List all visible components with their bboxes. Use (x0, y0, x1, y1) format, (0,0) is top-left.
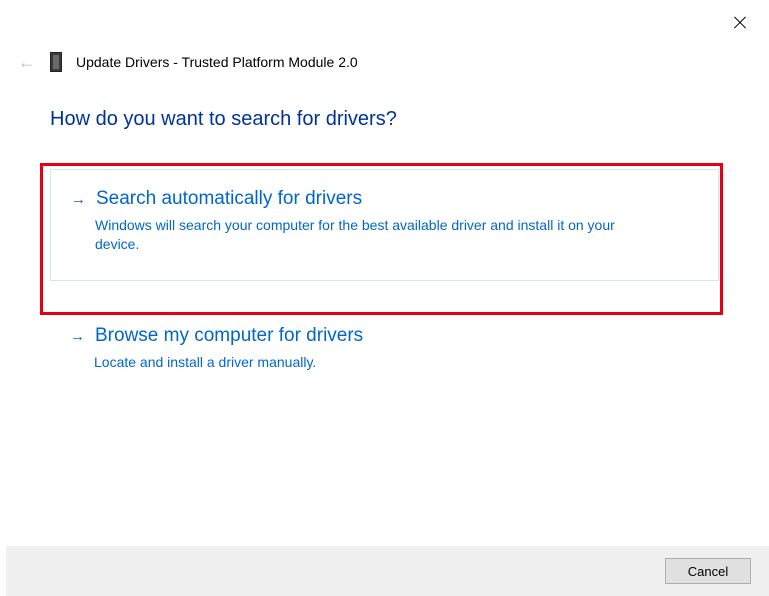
arrow-right-icon: → (71, 191, 86, 208)
close-icon[interactable] (733, 16, 747, 30)
options-list: → Search automatically for drivers Windo… (50, 169, 719, 398)
dialog-title: Update Drivers - Trusted Platform Module… (76, 54, 358, 70)
question-heading: How do you want to search for drivers? (50, 108, 719, 131)
dialog-content: How do you want to search for drivers? →… (50, 108, 719, 398)
cancel-button[interactable]: Cancel (665, 558, 751, 584)
option-description: Windows will search your computer for th… (95, 216, 655, 254)
dialog-footer: Cancel (6, 546, 769, 596)
device-icon (50, 52, 62, 72)
option-search-automatically[interactable]: → Search automatically for drivers Windo… (50, 169, 719, 281)
arrow-right-icon: → (70, 328, 85, 345)
back-arrow-icon: ← (18, 53, 36, 71)
option-description: Locate and install a driver manually. (94, 353, 654, 372)
update-drivers-dialog: ← Update Drivers - Trusted Platform Modu… (0, 0, 769, 596)
option-title: Search automatically for drivers (96, 188, 362, 210)
option-browse-computer[interactable]: → Browse my computer for drivers Locate … (50, 307, 719, 398)
dialog-header: ← Update Drivers - Trusted Platform Modu… (18, 52, 358, 72)
option-title: Browse my computer for drivers (95, 325, 363, 347)
